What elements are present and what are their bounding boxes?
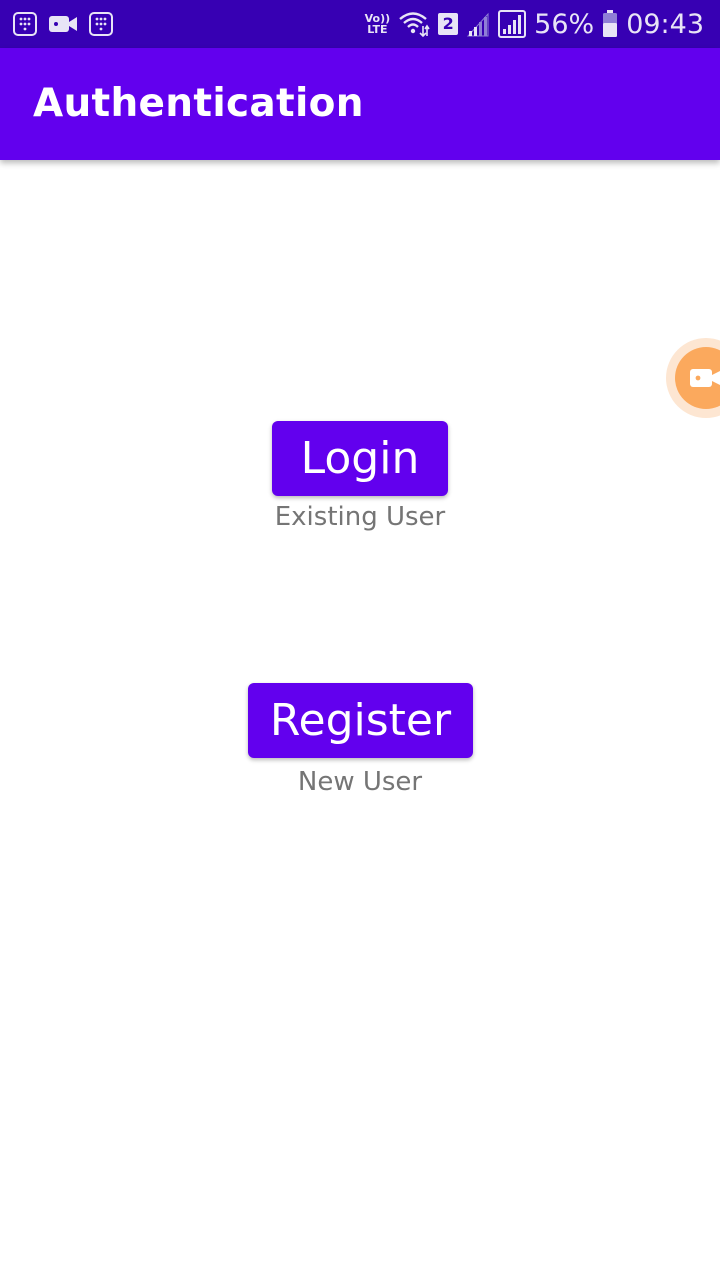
volte-indicator: Vo)) LTE — [365, 13, 391, 35]
app-bar: Authentication — [0, 48, 720, 160]
status-bar: Vo)) LTE 2 56% 09:43 — [0, 0, 720, 48]
dialpad-icon — [88, 11, 114, 37]
battery-percentage: 56% — [534, 8, 595, 40]
dialpad-icon — [12, 11, 38, 37]
app-bar-title: Authentication — [33, 81, 364, 126]
lte-label: LTE — [367, 23, 388, 36]
clock: 09:43 — [626, 8, 704, 40]
register-button[interactable]: Register — [248, 683, 473, 758]
signal-weak-icon — [466, 10, 490, 38]
video-camera-icon — [689, 365, 720, 391]
existing-user-caption: Existing User — [274, 502, 446, 532]
new-user-caption: New User — [297, 767, 423, 797]
signal-strength-icon — [498, 10, 527, 38]
system-indicators: Vo)) LTE 2 56% 09:43 — [365, 8, 704, 40]
video-camera-icon — [48, 11, 78, 37]
battery-icon — [602, 10, 618, 38]
wifi-icon — [398, 10, 430, 38]
sim-slot-badge: 2 — [438, 13, 459, 35]
login-button[interactable]: Login — [272, 421, 448, 496]
floating-recorder-button[interactable] — [666, 338, 720, 418]
floating-recorder-inner — [675, 347, 720, 409]
notification-icons — [12, 10, 114, 38]
